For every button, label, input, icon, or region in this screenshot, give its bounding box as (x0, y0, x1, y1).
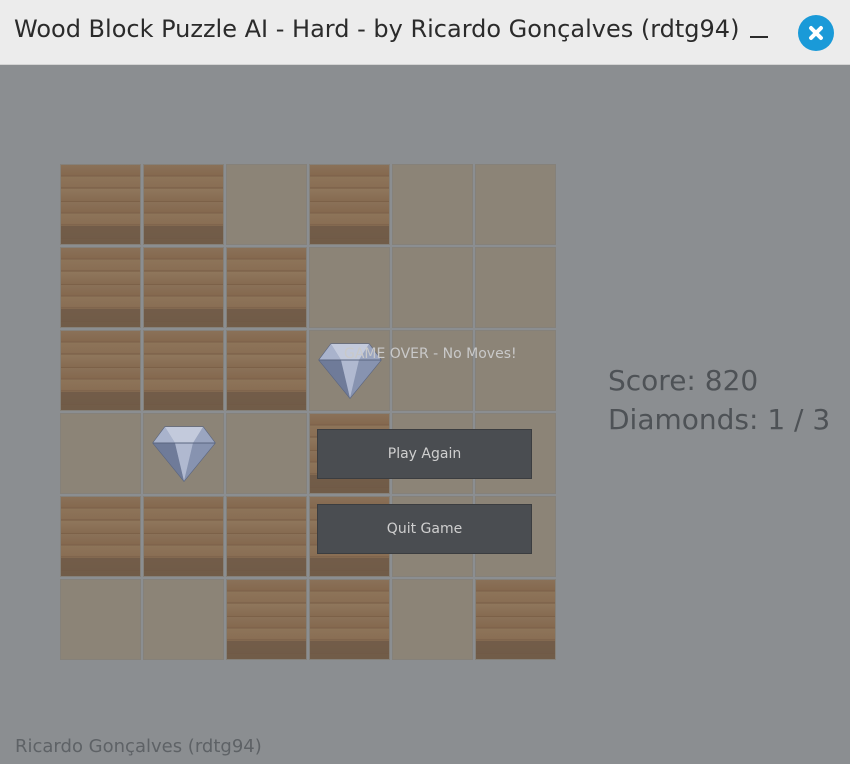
game-board[interactable] (60, 164, 558, 662)
empty-cell[interactable] (392, 164, 473, 245)
empty-cell[interactable] (309, 247, 390, 328)
wood-block-cell[interactable] (60, 164, 141, 245)
empty-cell[interactable] (143, 579, 224, 660)
diamonds-label: Diamonds: 1 / 3 (608, 403, 831, 436)
empty-cell[interactable] (392, 579, 473, 660)
empty-cell[interactable] (60, 579, 141, 660)
wood-block-cell[interactable] (143, 247, 224, 328)
wood-block-cell[interactable] (60, 247, 141, 328)
wood-block-cell[interactable] (226, 330, 307, 411)
empty-cell[interactable] (226, 413, 307, 494)
title-bar: Wood Block Puzzle AI - Hard - by Ricardo… (0, 0, 850, 65)
window-title: Wood Block Puzzle AI - Hard - by Ricardo… (14, 15, 740, 43)
wood-block-cell[interactable] (475, 579, 556, 660)
empty-cell[interactable] (226, 164, 307, 245)
wood-block-cell[interactable] (226, 579, 307, 660)
play-again-button[interactable]: Play Again (317, 429, 532, 479)
diamond-icon (152, 426, 216, 482)
empty-cell[interactable] (392, 330, 473, 411)
minimize-icon[interactable] (750, 36, 768, 38)
wood-block-cell[interactable] (143, 164, 224, 245)
wood-block-cell[interactable] (309, 579, 390, 660)
empty-cell[interactable] (392, 247, 473, 328)
empty-cell[interactable] (60, 413, 141, 494)
wood-block-cell[interactable] (60, 330, 141, 411)
wood-block-cell[interactable] (226, 247, 307, 328)
wood-block-cell[interactable] (143, 330, 224, 411)
quit-game-button[interactable]: Quit Game (317, 504, 532, 554)
wood-block-cell[interactable] (309, 164, 390, 245)
close-icon[interactable] (798, 15, 834, 51)
wood-block-cell[interactable] (143, 496, 224, 577)
score-label: Score: 820 (608, 364, 759, 397)
author-credit: Ricardo Gonçalves (rdtg94) (15, 736, 262, 757)
wood-block-cell[interactable] (60, 496, 141, 577)
empty-cell[interactable] (475, 330, 556, 411)
wood-block-cell[interactable] (226, 496, 307, 577)
empty-cell[interactable] (475, 164, 556, 245)
empty-cell[interactable] (475, 247, 556, 328)
game-over-message: GAME OVER - No Moves! (344, 346, 517, 362)
